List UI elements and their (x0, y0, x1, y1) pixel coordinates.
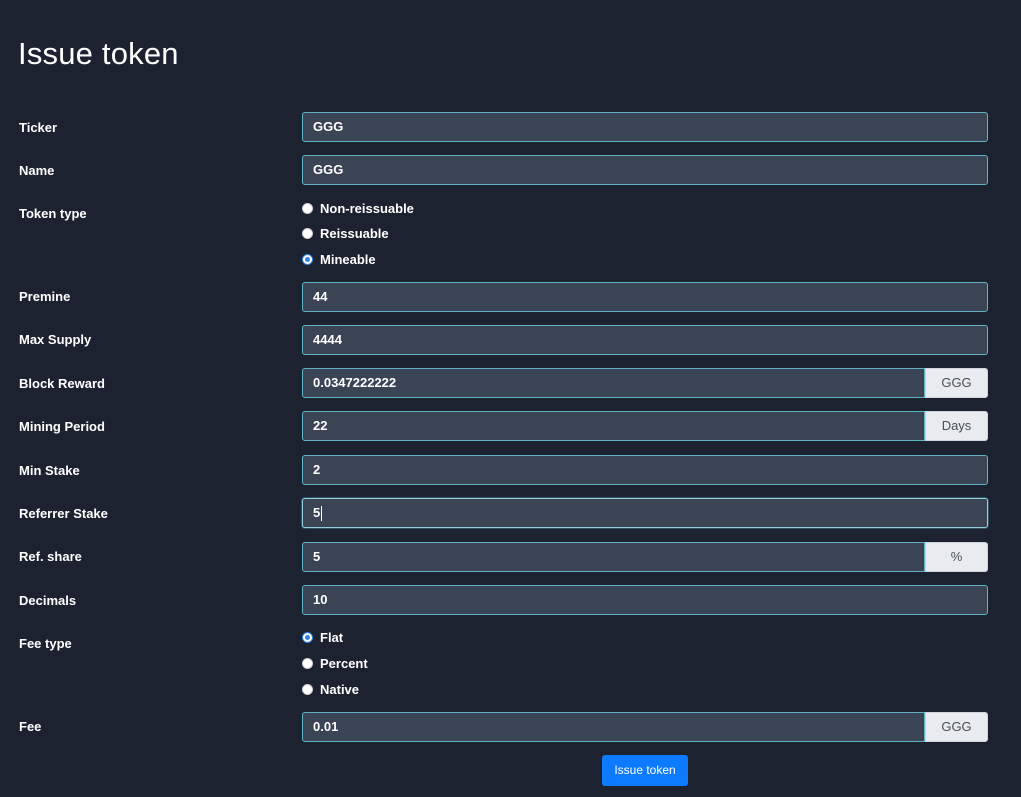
fee-type-option-label: Native (320, 681, 360, 697)
min-stake-label: Min Stake (19, 463, 80, 478)
token-type-option-label: Non-reissuable (320, 200, 414, 216)
decimals-input[interactable]: 10 (302, 585, 988, 615)
referrer-stake-value: 5 (313, 505, 321, 520)
fee-input[interactable]: 0.01 (302, 712, 925, 742)
token-type-label: Token type (19, 206, 87, 221)
referrer-stake-label: Referrer Stake (19, 506, 108, 521)
decimals-label: Decimals (19, 593, 77, 608)
block-reward-input[interactable]: 0.0347222222 (302, 368, 925, 398)
issue-token-page: Issue token Ticker GGG Name GGG Token ty… (0, 0, 1021, 797)
mining-period-input[interactable]: 22 (302, 411, 925, 441)
radio-unchecked-icon[interactable] (302, 657, 313, 669)
block-reward-unit: GGG (925, 368, 988, 398)
fee-type-option-percent[interactable]: Percent (302, 654, 368, 672)
referrer-stake-input[interactable]: 5 (302, 498, 988, 528)
fee-type-label: Fee type (19, 636, 72, 651)
ref-share-unit: % (925, 542, 988, 572)
mining-period-unit: Days (925, 411, 988, 441)
radio-unchecked-icon[interactable] (302, 202, 313, 214)
max-supply-label: Max Supply (19, 332, 92, 347)
name-input[interactable]: GGG (302, 155, 988, 185)
name-label: Name (19, 163, 55, 178)
max-supply-input[interactable]: 4444 (302, 325, 988, 355)
token-type-option-reissuable[interactable]: Reissuable (302, 224, 389, 242)
token-type-option-label: Mineable (320, 251, 376, 267)
ref-share-input[interactable]: 5 (302, 542, 925, 572)
fee-type-option-native[interactable]: Native (302, 680, 359, 698)
token-type-option-label: Reissuable (320, 225, 389, 241)
radio-unchecked-icon[interactable] (302, 683, 313, 695)
ref-share-label: Ref. share (19, 549, 82, 564)
block-reward-label: Block Reward (19, 376, 105, 391)
ticker-label: Ticker (19, 120, 58, 135)
fee-type-option-flat[interactable]: Flat (302, 628, 343, 646)
radio-unchecked-icon[interactable] (302, 227, 313, 239)
token-type-option-non-reissuable[interactable]: Non-reissuable (302, 199, 414, 217)
mining-period-label: Mining Period (19, 419, 105, 434)
radio-checked-icon[interactable] (302, 253, 313, 265)
fee-unit: GGG (925, 712, 988, 742)
min-stake-input[interactable]: 2 (302, 455, 988, 485)
fee-label: Fee (19, 719, 42, 734)
premine-input[interactable]: 44 (302, 282, 988, 312)
fee-type-option-label: Percent (320, 655, 368, 671)
text-caret (321, 506, 323, 522)
premine-label: Premine (19, 289, 71, 304)
radio-checked-icon[interactable] (302, 631, 313, 643)
token-type-option-mineable[interactable]: Mineable (302, 250, 376, 268)
issue-token-button[interactable]: Issue token (602, 755, 688, 786)
ticker-input[interactable]: GGG (302, 112, 988, 142)
fee-type-option-label: Flat (320, 629, 344, 645)
page-title: Issue token (18, 36, 179, 71)
